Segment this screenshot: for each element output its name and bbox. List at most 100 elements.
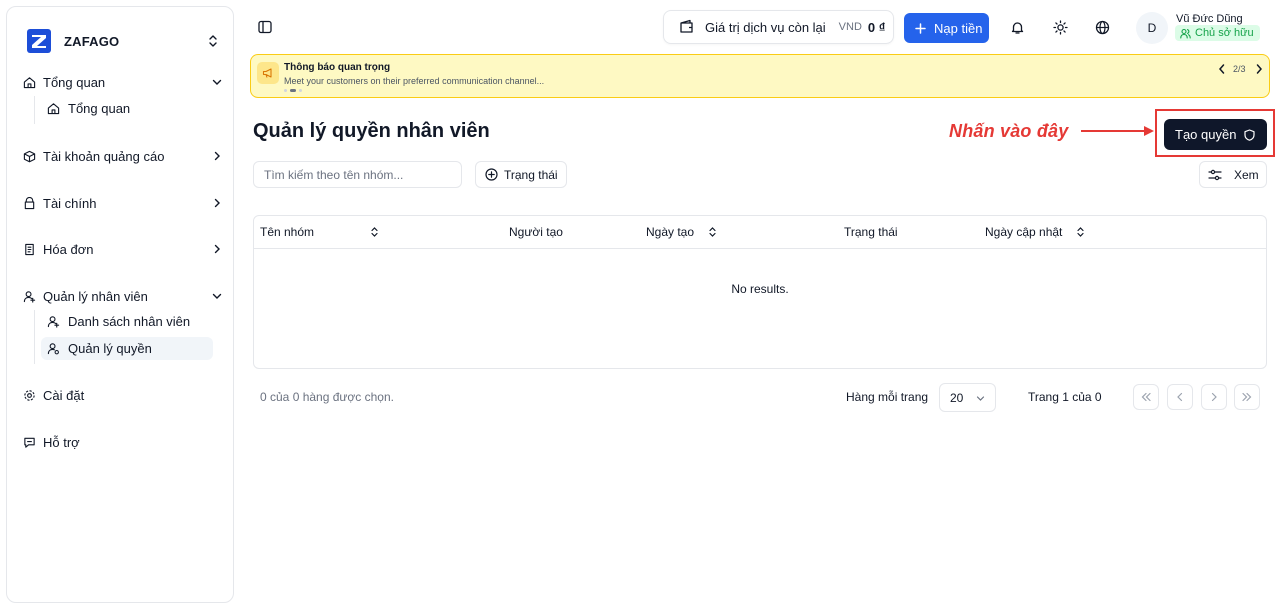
sidebar-item-label: Cài đặt [43, 387, 85, 403]
table-header: Tên nhóm Người tạo Ngày tạo Trạng thái N… [254, 216, 1266, 249]
sidebar-item-overview[interactable]: Tổng quan [21, 70, 227, 94]
chevron-right-icon [214, 244, 220, 254]
box-icon [23, 150, 36, 162]
avatar[interactable]: D [1136, 12, 1168, 44]
chevron-down-icon [212, 79, 222, 85]
wallet-icon [680, 19, 693, 33]
carousel-dot[interactable] [299, 89, 302, 92]
sort-icon [371, 227, 378, 237]
chevron-right-icon [1211, 392, 1217, 402]
column-header-creator: Người tạo [509, 225, 563, 239]
brand-name: ZAFAGO [64, 33, 120, 49]
sliders-icon [1208, 169, 1222, 180]
column-header-group-name[interactable]: Tên nhóm [260, 225, 379, 239]
receipt-icon [25, 243, 34, 255]
wallet-icon [24, 196, 35, 209]
sidebar-subitem-overview[interactable]: Tổng quan [41, 97, 213, 120]
column-label: Trạng thái [844, 225, 898, 239]
create-permission-label: Tạo quyền [1175, 127, 1237, 142]
globe-icon[interactable] [1095, 20, 1110, 35]
arrow-right-icon [1081, 126, 1154, 136]
status-filter-button[interactable]: Trạng thái [475, 161, 567, 188]
chevron-right-icon [214, 198, 220, 208]
sidebar-item-settings[interactable]: Cài đặt [21, 383, 227, 407]
user-icon [23, 290, 36, 303]
announcement-banner[interactable]: Thông báo quan trọng Meet your customers… [250, 54, 1270, 98]
home-icon [47, 103, 60, 115]
plus-circle-icon [485, 168, 498, 181]
users-icon [1180, 28, 1191, 39]
search-input[interactable] [253, 161, 462, 188]
chevron-right-icon [214, 151, 220, 161]
brand[interactable]: ZAFAGO [27, 29, 119, 53]
balance-amount: 0 ₫ [867, 19, 886, 35]
sidebar-toggle-button[interactable] [255, 17, 275, 37]
announcement-title: Thông báo quan trọng [284, 62, 391, 73]
topup-label: Nạp tiền [934, 20, 983, 36]
column-label: Ngày tạo [646, 225, 695, 239]
chevrons-left-icon [1141, 392, 1151, 402]
rows-per-page-select[interactable]: 20 [939, 383, 996, 412]
sidebar-item-label: Hóa đơn [43, 241, 94, 257]
carousel-dots[interactable] [284, 89, 302, 92]
chevron-down-icon [212, 293, 222, 299]
sidebar-item-finance[interactable]: Tài chính [21, 191, 227, 215]
next-page-button[interactable] [1201, 384, 1227, 410]
empty-state: No results. [731, 282, 789, 296]
column-header-status: Trạng thái [844, 225, 898, 239]
column-label: Người tạo [509, 225, 563, 239]
hint-annotation: Nhấn vào đây [949, 121, 1069, 141]
column-header-updated-date[interactable]: Ngày cập nhật [985, 225, 1085, 239]
sidebar-item-label: Tài khoản quảng cáo [43, 148, 165, 164]
view-options-label: Xem [1234, 167, 1259, 182]
sidebar: ZAFAGO Tổng quan Tổng quan Tài khoản quả… [6, 6, 234, 603]
chevron-left-icon[interactable] [1217, 63, 1227, 75]
megaphone-icon [257, 62, 279, 84]
sidebar-subitem-label: Tổng quan [68, 101, 131, 116]
bell-icon[interactable] [1010, 20, 1025, 35]
create-permission-button[interactable]: Tạo quyền [1164, 119, 1267, 150]
balance-card[interactable]: Giá trị dịch vụ còn lại VND 0 ₫ [663, 10, 894, 44]
first-page-button[interactable] [1133, 384, 1159, 410]
sidebar-item-support[interactable]: Hỗ trợ [21, 430, 227, 454]
sidebar-item-invoices[interactable]: Hóa đơn [21, 237, 227, 261]
rows-per-page-label: Hàng mỗi trang [846, 390, 929, 404]
balance-currency: VND [838, 21, 862, 33]
sidebar-item-label: Hỗ trợ [43, 434, 80, 450]
user-name: Vũ Đức Dũng [1176, 13, 1243, 25]
user-cog-icon [47, 343, 59, 355]
selected-rows-info: 0 của 0 hàng được chọn. [260, 390, 394, 404]
topup-button[interactable]: Nạp tiền [904, 13, 989, 43]
gear-icon [24, 389, 35, 401]
prev-page-button[interactable] [1167, 384, 1193, 410]
shield-icon [1244, 129, 1255, 141]
last-page-button[interactable] [1234, 384, 1260, 410]
chevron-left-icon [1177, 392, 1183, 402]
role-badge: Chủ sở hữu [1175, 25, 1260, 41]
chevron-right-icon[interactable] [1254, 63, 1264, 75]
sidebar-subitem-staff-list[interactable]: Danh sách nhân viên [41, 310, 213, 333]
sun-icon[interactable] [1053, 20, 1068, 35]
home-icon [23, 76, 36, 88]
sidebar-subitem-permissions[interactable]: Quản lý quyền [41, 337, 213, 360]
user-plus-icon [47, 316, 60, 328]
sidebar-item-staff[interactable]: Quản lý nhân viên [21, 284, 227, 308]
carousel-dot[interactable] [284, 89, 287, 92]
chevron-down-icon [976, 396, 985, 401]
page-info: Trang 1 của 0 [1028, 390, 1102, 404]
page-title: Quản lý quyền nhân viên [253, 120, 490, 142]
zafago-logo [27, 29, 51, 53]
chevron-updown-icon[interactable] [207, 34, 219, 48]
sidebar-item-label: Quản lý nhân viên [43, 288, 148, 304]
view-options-button[interactable]: Xem [1199, 161, 1267, 188]
sidebar-item-ad-accounts[interactable]: Tài khoản quảng cáo [21, 144, 227, 168]
chevrons-right-icon [1242, 392, 1252, 402]
announcement-counter: 2/3 [1233, 64, 1246, 74]
column-label: Tên nhóm [260, 225, 315, 239]
column-label: Ngày cập nhật [985, 225, 1063, 239]
column-header-created-date[interactable]: Ngày tạo [646, 225, 717, 239]
carousel-dot-active[interactable] [290, 89, 296, 92]
sidebar-item-label: Tài chính [43, 195, 97, 211]
permissions-table: Tên nhóm Người tạo Ngày tạo Trạng thái N… [253, 215, 1267, 369]
announcement-text: Meet your customers on their preferred c… [284, 76, 545, 86]
